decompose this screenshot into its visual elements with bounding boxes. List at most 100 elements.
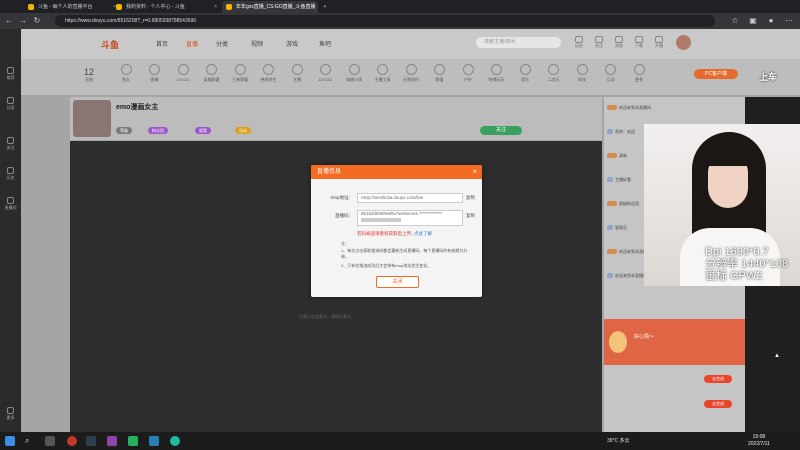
category-icon — [605, 64, 616, 75]
category-icon — [149, 64, 160, 75]
follow-button[interactable]: 关注 — [480, 126, 522, 135]
live-count: 12 直播 — [83, 67, 94, 82]
wechat-icon[interactable] — [128, 436, 138, 446]
user-badge-icon — [607, 177, 613, 183]
message-header-button[interactable]: 消息 — [610, 36, 628, 49]
user-avatar[interactable] — [676, 35, 691, 50]
scrollbar[interactable] — [361, 218, 401, 222]
app-icon-1[interactable] — [67, 436, 77, 446]
nav-live[interactable]: 直播 — [186, 39, 198, 48]
clock-icon — [7, 167, 14, 174]
app-icon-2[interactable] — [86, 436, 96, 446]
profile-icon[interactable]: ● — [766, 16, 776, 26]
favorites-icon[interactable]: ☆ — [730, 16, 740, 26]
douyu-favicon — [116, 4, 122, 10]
search-icon[interactable]: ⌕ — [25, 436, 35, 446]
edge-browser-icon[interactable] — [170, 436, 180, 446]
category-icon — [320, 64, 331, 75]
windows-taskbar: ⌕ 38°C 多云 15:08 2022/7/11 — [0, 432, 800, 450]
sidebar-item-history[interactable]: 历史 — [0, 167, 21, 181]
complete-task-button[interactable]: 去完成 — [704, 375, 732, 383]
app-icon-4[interactable] — [149, 436, 159, 446]
site-header: 斗鱼 首页 直播 分类 视频 游戏 鱼吧 搜索主播/房间 历史 关注 消息 下载… — [21, 29, 800, 59]
app-icon-3[interactable] — [107, 436, 117, 446]
category-icon — [519, 64, 531, 75]
note-heading: 注： — [341, 241, 349, 246]
emoji-icon — [609, 331, 627, 353]
anchor-avatar[interactable] — [73, 100, 111, 137]
menu-icon[interactable]: ⋯ — [784, 16, 794, 26]
nav-yuba[interactable]: 鱼吧 — [319, 39, 331, 48]
category-item[interactable]: 更多 — [622, 64, 656, 83]
stream-code-field[interactable]: 8516208r8ihe69u?wsSecret=************* — [357, 210, 463, 226]
category-icon — [206, 64, 217, 75]
sidebar-item-follow[interactable]: 关注 — [0, 137, 21, 151]
forward-icon[interactable]: → — [18, 16, 28, 26]
browser-tab-active[interactable]: 年年gxx直播_CS:GO直播_斗鱼直播 × — [222, 1, 318, 13]
follow-header-button[interactable]: 关注 — [590, 36, 608, 49]
room-tag[interactable]: 等级 — [116, 127, 132, 134]
chat-message: 欢迎来到本直播间 — [607, 105, 742, 113]
mouse-cursor: ▲ — [774, 353, 780, 359]
home-icon — [7, 67, 14, 74]
copy-code-button[interactable]: 复制 — [466, 213, 475, 219]
browser-tab[interactable]: 斗鱼 - 每个人的直播平台 × — [24, 1, 119, 13]
task-view-icon[interactable] — [45, 436, 55, 446]
complete-task-button[interactable]: 去完成 — [704, 400, 732, 408]
nav-home[interactable]: 首页 — [156, 39, 168, 48]
webcam-overlay: Dpi 1600*0.7 分辨率 1440*108 鼠标 GPW2 — [644, 124, 800, 286]
close-icon[interactable]: × — [472, 165, 477, 179]
copy-rtmp-button[interactable]: 复制 — [466, 195, 475, 201]
new-tab-button[interactable]: + — [318, 1, 332, 13]
url-input[interactable]: https://www.douyu.com/8516208?_r=0.68059… — [55, 15, 715, 27]
learn-more-link[interactable]: 点此了解 — [414, 231, 432, 237]
pc-client-button[interactable]: PC客户端 — [694, 69, 738, 79]
windows-start-icon[interactable] — [5, 436, 15, 446]
room-tag[interactable]: 活动 — [235, 127, 251, 134]
nav-game[interactable]: 游戏 — [286, 39, 298, 48]
dialog-close-button[interactable]: 关闭 — [376, 276, 419, 288]
back-icon[interactable]: ← — [4, 16, 14, 26]
user-badge-icon — [607, 105, 617, 111]
douyu-favicon — [28, 4, 34, 10]
search-input[interactable]: 搜索主播/房间 — [476, 37, 561, 48]
history-header-button[interactable]: 历史 — [570, 36, 588, 49]
rtmp-field[interactable]: rtmp://sendtc3a.douyu.com/live — [357, 193, 463, 203]
download-header-button[interactable]: 下载 — [630, 36, 648, 49]
category-icon — [120, 64, 132, 75]
system-clock[interactable]: 15:08 2022/7/11 — [748, 434, 770, 448]
room-tag[interactable]: 超管 — [195, 127, 211, 134]
sidebar-item-live[interactable]: 直播间 — [0, 197, 21, 211]
category-icon — [348, 64, 360, 75]
user-badge-icon — [607, 201, 617, 207]
category-icon — [177, 64, 189, 75]
rtmp-label: rtmp地址： — [330, 195, 354, 200]
room-header: emo漫画女主 等级 粉丝团 超管 活动 关注 — [70, 97, 602, 140]
user-badge-icon — [607, 273, 613, 279]
promo-card[interactable]: 好心情～ — [604, 319, 745, 365]
close-icon[interactable]: × — [214, 1, 217, 13]
refresh-icon[interactable]: ↻ — [32, 16, 42, 26]
nav-category[interactable]: 分类 — [216, 39, 228, 48]
category-icon — [462, 64, 474, 75]
close-icon[interactable]: × — [312, 1, 315, 13]
tv-icon — [7, 197, 14, 204]
douyu-favicon — [226, 4, 232, 10]
room-title: emo漫画女主 — [116, 104, 159, 111]
streamer-bangs — [704, 144, 752, 166]
sidebar-item-category[interactable]: 分类 — [0, 97, 21, 111]
tab-title: 斗鱼 - 每个人的直播平台 — [38, 4, 93, 10]
nav-video[interactable]: 视频 — [251, 39, 263, 48]
note-item: 2、只有在推流成功后才会带有rtmp地址发生变化。 — [341, 263, 432, 268]
broadcast-header-button[interactable]: 开播 — [650, 36, 668, 49]
sidebar-item-recommend[interactable]: 推荐 — [0, 67, 21, 81]
weather-widget[interactable]: 38°C 多云 — [607, 437, 630, 444]
room-tag[interactable]: 粉丝团 — [148, 127, 168, 134]
promo-title: 好心情～ — [634, 334, 655, 340]
browser-tab[interactable]: 我的资料 - 个人中心 - 斗鱼 × — [112, 1, 220, 13]
sidebar-item-more[interactable]: 更多 — [0, 407, 21, 421]
category-icon — [405, 64, 417, 75]
collections-icon[interactable]: ▣ — [748, 16, 758, 26]
douyu-logo[interactable]: 斗鱼 — [101, 38, 141, 50]
user-badge-icon — [607, 129, 613, 135]
